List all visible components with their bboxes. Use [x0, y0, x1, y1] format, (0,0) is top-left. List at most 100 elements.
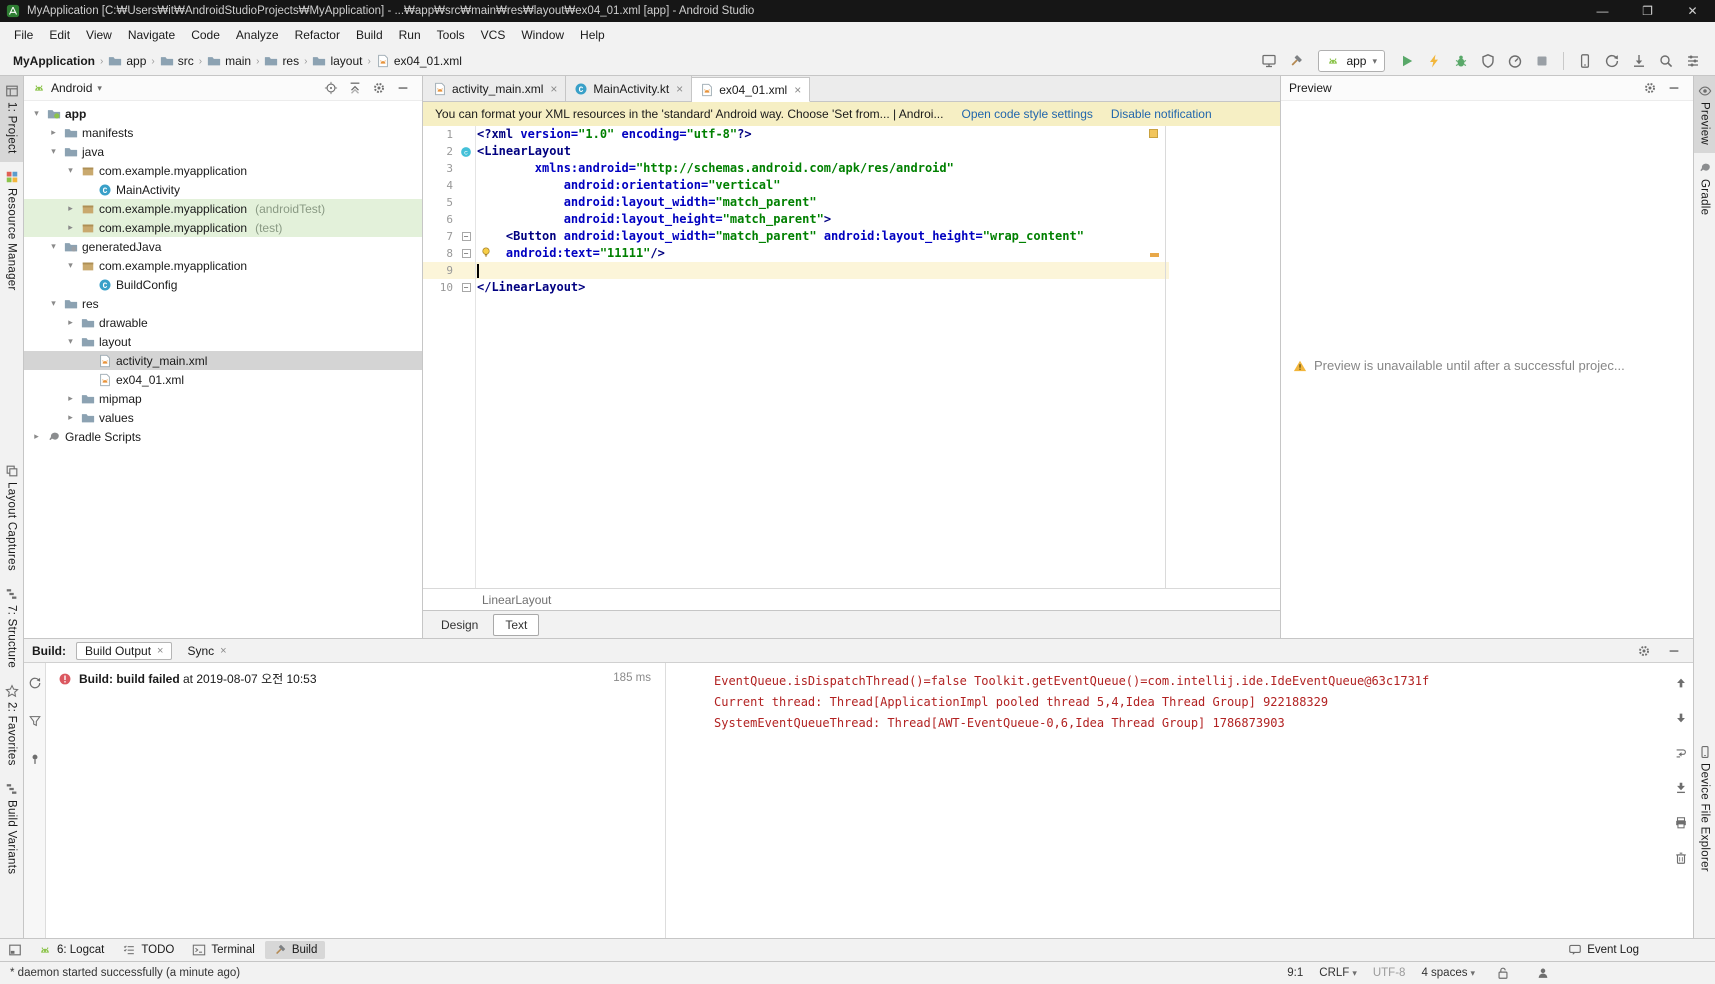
caret-position-widget[interactable]: 9:1 — [1287, 967, 1303, 979]
chevron-right-icon[interactable]: ▸ — [64, 393, 77, 404]
code-line-6[interactable]: 6 android:layout_height="match_parent"> — [423, 211, 1169, 228]
fold-icon[interactable]: − — [461, 249, 471, 258]
gradle-sync-icon[interactable] — [1600, 49, 1624, 73]
tree-item-app[interactable]: ▾ app — [24, 104, 422, 123]
bulb-icon[interactable] — [480, 246, 492, 258]
tree-item-com-example-myapplication[interactable]: ▾ com.example.myapplication — [24, 161, 422, 180]
warning-stripe-mark[interactable] — [1150, 253, 1159, 257]
tool-button-layout-captures[interactable]: Layout Captures — [0, 456, 23, 579]
tree-item-com-example-myapplication[interactable]: ▾ com.example.myapplication — [24, 256, 422, 275]
build-console[interactable]: EventQueue.isDispatchThread()=false Tool… — [666, 663, 1669, 938]
gear-icon[interactable] — [1633, 641, 1655, 661]
chevron-down-icon[interactable]: ▾ — [97, 83, 102, 94]
menu-analyze[interactable]: Analyze — [228, 25, 287, 45]
editor-tab-activity-main-xml[interactable]: activity_main.xml × — [425, 76, 567, 101]
breadcrumb-myapplication[interactable]: MyApplication — [10, 52, 98, 70]
menu-file[interactable]: File — [6, 25, 41, 45]
tool-button-6-logcat[interactable]: 6: Logcat — [30, 941, 112, 959]
tool-button-build[interactable]: Build — [264, 941, 326, 959]
error-stripe-mark[interactable] — [1149, 129, 1158, 138]
run-icon[interactable] — [1395, 49, 1419, 73]
soft-wrap-icon[interactable] — [1669, 741, 1693, 765]
tool-button-terminal[interactable]: Terminal — [184, 941, 262, 959]
build-tab-sync[interactable]: Sync × — [178, 642, 235, 660]
menu-help[interactable]: Help — [572, 25, 613, 45]
menu-navigate[interactable]: Navigate — [120, 25, 183, 45]
code-line-2[interactable]: 2 c <LinearLayout — [423, 143, 1169, 160]
code-line-7[interactable]: 7− <Button android:layout_width="match_p… — [423, 228, 1169, 245]
code-line-1[interactable]: 1 <?xml version="1.0" encoding="utf-8"?> — [423, 126, 1169, 143]
tool-button-gradle[interactable]: Gradle — [1694, 153, 1715, 223]
chevron-right-icon[interactable]: ▸ — [64, 203, 77, 214]
code-editor[interactable]: 1 <?xml version="1.0" encoding="utf-8"?> 2… — [423, 126, 1280, 588]
code-line-10[interactable]: 10− </LinearLayout> — [423, 279, 1169, 296]
tree-item-buildconfig[interactable]: C BuildConfig — [24, 275, 422, 294]
chevron-down-icon[interactable]: ▾ — [64, 260, 77, 271]
chevron-right-icon[interactable]: ▸ — [64, 222, 77, 233]
menu-window[interactable]: Window — [513, 25, 572, 45]
tree-item-values[interactable]: ▸ values — [24, 408, 422, 427]
tool-window-toggle-icon[interactable] — [8, 943, 22, 957]
tree-item-gradle-scripts[interactable]: ▸ Gradle Scripts — [24, 427, 422, 446]
hector-icon[interactable] — [1531, 961, 1555, 984]
sdk-manager-icon[interactable] — [1627, 49, 1651, 73]
close-icon[interactable]: × — [220, 645, 226, 657]
tree-item-res[interactable]: ▾ res — [24, 294, 422, 313]
down-icon[interactable] — [1669, 706, 1693, 730]
menu-run[interactable]: Run — [391, 25, 429, 45]
tool-button-7-structure[interactable]: 7: Structure — [0, 579, 23, 676]
tree-item-drawable[interactable]: ▸ drawable — [24, 313, 422, 332]
project-view-selector[interactable]: Android — [51, 81, 92, 95]
close-button[interactable]: ✕ — [1670, 0, 1715, 22]
layout-inspector-icon[interactable] — [1257, 49, 1281, 73]
breadcrumb-ex04-01-xml[interactable]: ex04_01.xml — [373, 52, 465, 70]
gear-icon[interactable] — [1639, 78, 1661, 98]
menu-refactor[interactable]: Refactor — [287, 25, 348, 45]
tree-item-manifests[interactable]: ▸ manifests — [24, 123, 422, 142]
hide-icon[interactable] — [1663, 641, 1685, 661]
collapse-all-icon[interactable] — [344, 78, 366, 98]
chevron-down-icon[interactable]: ▾ — [47, 241, 60, 252]
tree-item-mainactivity[interactable]: C MainActivity — [24, 180, 422, 199]
breadcrumb-layout[interactable]: layout — [309, 52, 365, 70]
code-line-8[interactable]: 8− android:text="11111"/> — [423, 245, 1169, 262]
menu-view[interactable]: View — [78, 25, 120, 45]
chevron-down-icon[interactable]: ▾ — [47, 298, 60, 309]
indent-widget[interactable]: 4 spaces ▾ — [1421, 967, 1475, 979]
chevron-right-icon[interactable]: ▸ — [64, 317, 77, 328]
scroll-end-icon[interactable] — [1669, 776, 1693, 800]
menu-tools[interactable]: Tools — [429, 25, 473, 45]
chevron-right-icon[interactable]: ▸ — [30, 431, 43, 442]
close-icon[interactable]: × — [794, 83, 801, 97]
stop-icon[interactable] — [1530, 49, 1554, 73]
menu-build[interactable]: Build — [348, 25, 391, 45]
mode-tab-design[interactable]: Design — [429, 614, 490, 636]
chevron-right-icon[interactable]: ▸ — [64, 412, 77, 423]
tree-item-layout[interactable]: ▾ layout — [24, 332, 422, 351]
breadcrumb-app[interactable]: app — [105, 52, 149, 70]
disable-notification-link[interactable]: Disable notification — [1111, 107, 1212, 121]
menu-edit[interactable]: Edit — [41, 25, 78, 45]
apply-changes-icon[interactable] — [1422, 49, 1446, 73]
gear-icon[interactable] — [368, 78, 390, 98]
build-status-row[interactable]: Build: build failed at 2019-08-07 오전 10:… — [58, 670, 653, 687]
tool-button-todo[interactable]: TODO — [114, 941, 182, 959]
search-icon[interactable] — [1654, 49, 1678, 73]
tree-item-generatedjava[interactable]: ▾ generatedJava — [24, 237, 422, 256]
breadcrumb-res[interactable]: res — [261, 52, 302, 70]
clear-icon[interactable] — [1669, 846, 1693, 870]
hide-icon[interactable] — [1663, 78, 1685, 98]
pin-icon[interactable] — [23, 747, 47, 771]
code-line-5[interactable]: 5 android:layout_width="match_parent" — [423, 194, 1169, 211]
open-code-style-settings-link[interactable]: Open code style settings — [961, 107, 1092, 121]
minimize-button[interactable]: — — [1580, 0, 1625, 22]
menu-code[interactable]: Code — [183, 25, 228, 45]
tool-button-device-file-explorer[interactable]: Device File Explorer — [1694, 737, 1715, 880]
code-line-4[interactable]: 4 android:orientation="vertical" — [423, 177, 1169, 194]
tree-item-java[interactable]: ▾ java — [24, 142, 422, 161]
build-tab-build-output[interactable]: Build Output × — [76, 641, 173, 660]
tool-button-resource-manager[interactable]: Resource Manager — [0, 162, 23, 299]
maximize-button[interactable]: ❐ — [1625, 0, 1670, 22]
project-structure-icon[interactable] — [1681, 49, 1705, 73]
tool-button-2-favorites[interactable]: 2: Favorites — [0, 676, 23, 774]
